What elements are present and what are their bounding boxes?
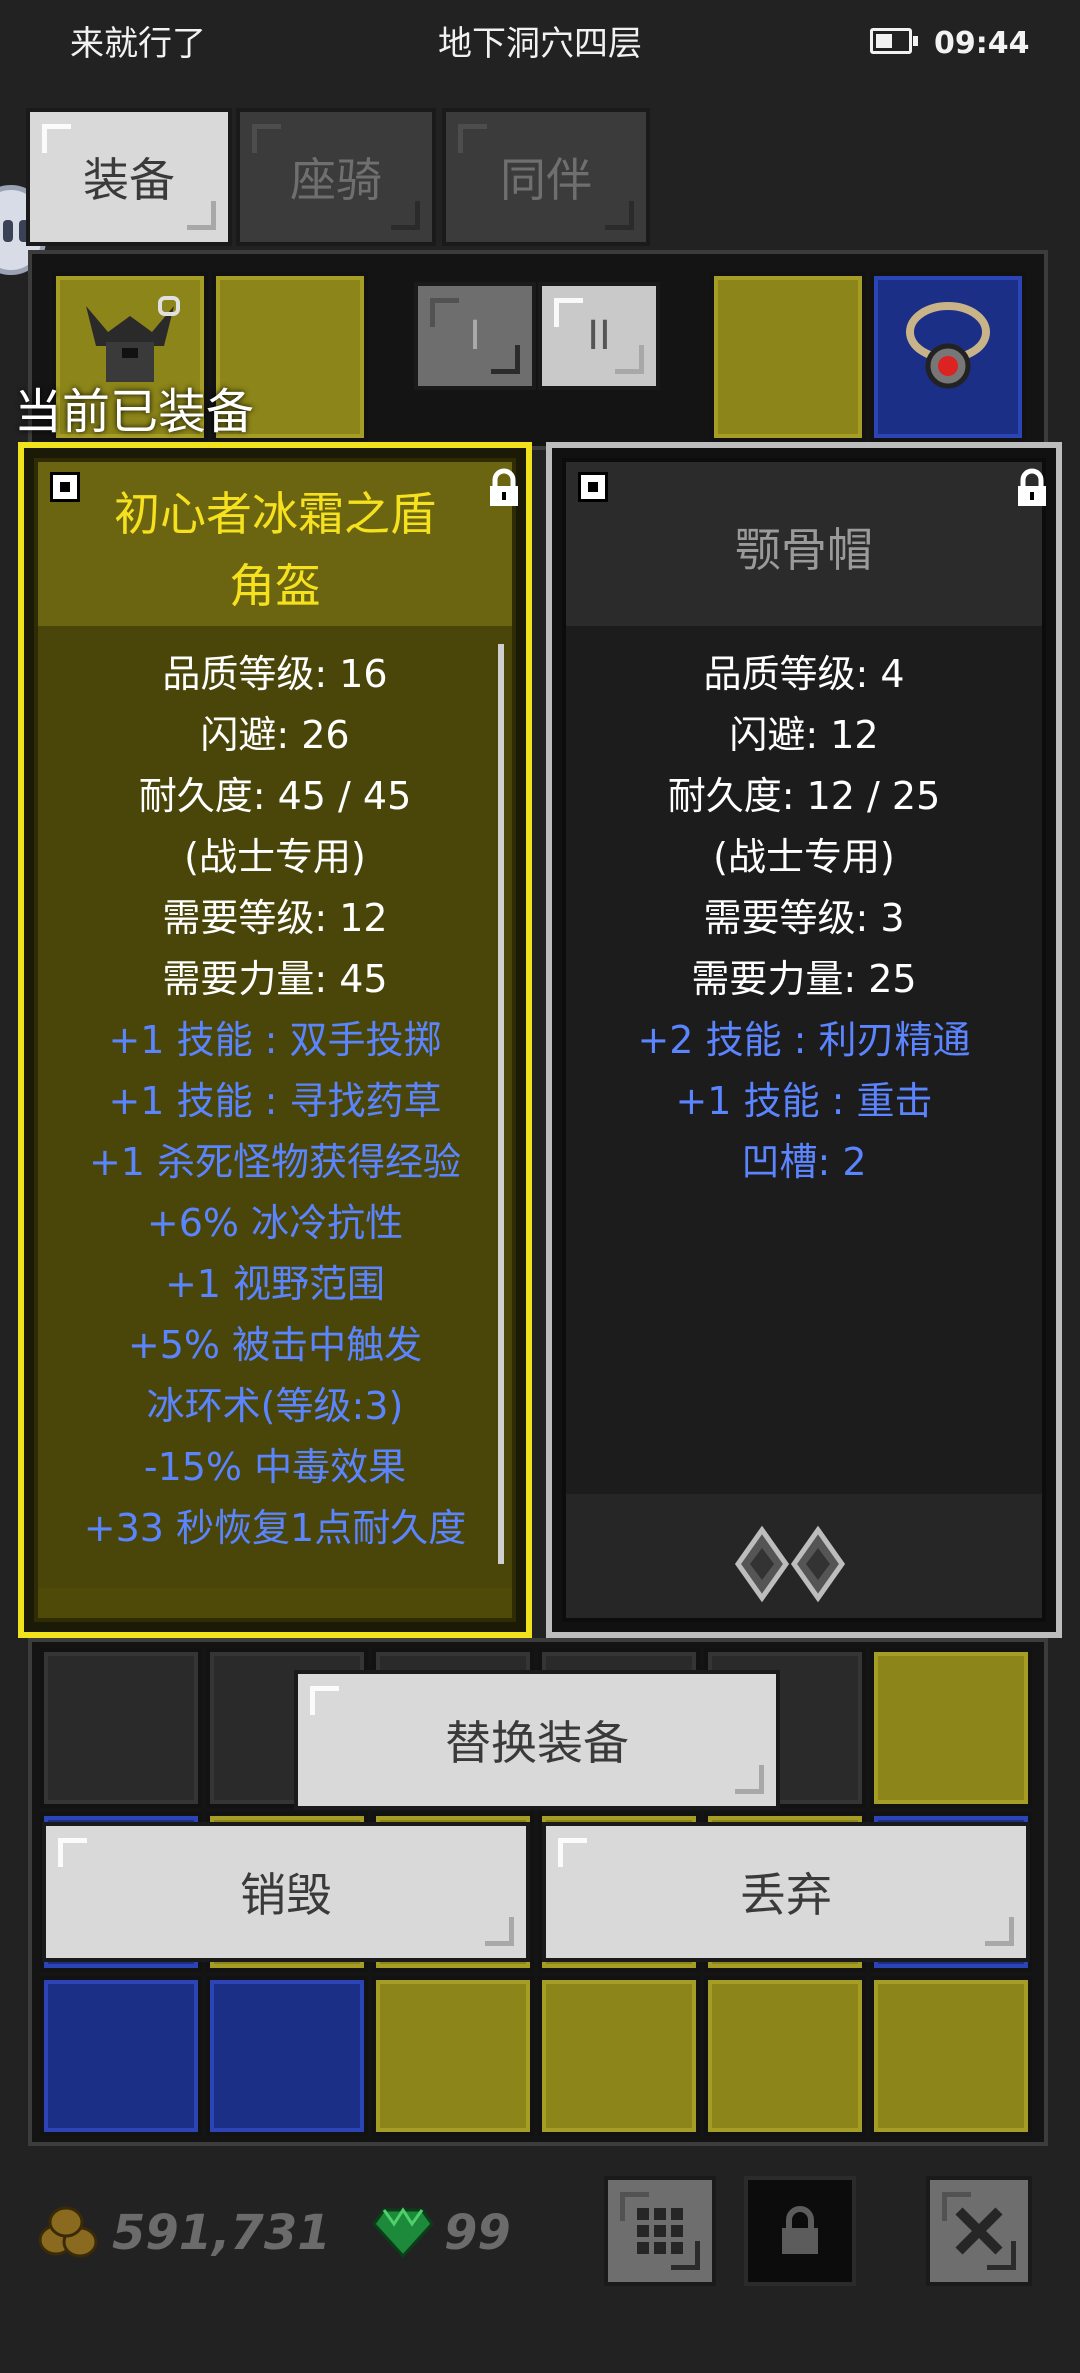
- gem-amount: 99: [444, 2205, 511, 2261]
- new-item-card: 初心者冰霜之盾 角盔 品质等级: 16 闪避: 26 耐久度: 45 / 45 (战士…: [18, 442, 532, 1638]
- stat-line: +2 技能 : 利刃精通: [637, 1018, 971, 1062]
- item-title-line-1: 初心者冰霜之盾: [114, 487, 436, 541]
- stat-line: 需要等级: 12: [162, 896, 388, 940]
- destroy-button[interactable]: 销毁: [42, 1822, 530, 1962]
- stat-line: 闪避: 26: [200, 713, 350, 757]
- inventory-slot[interactable]: [704, 1976, 866, 2136]
- stat-line: +6% 冰冷抗性: [146, 1201, 404, 1245]
- discard-button[interactable]: 丢弃: [542, 1822, 1030, 1962]
- stat-line: 品质等级: 16: [162, 652, 388, 696]
- stat-line: 耐久度: 12 / 25: [667, 774, 941, 818]
- currently-equipped-label: 当前已装备: [14, 384, 255, 440]
- stat-line: +1 技能 : 寻找药草: [108, 1079, 442, 1123]
- equip-slot-armor[interactable]: [710, 272, 866, 442]
- sort-grid-button[interactable]: [604, 2176, 716, 2286]
- stat-line: +1 技能 : 重击: [675, 1079, 933, 1123]
- stat-line: (战士专用): [184, 835, 366, 879]
- stat-line: 凹槽: 2: [741, 1140, 867, 1184]
- status-left-text: 来就行了: [70, 24, 206, 64]
- inventory-slot[interactable]: [870, 1976, 1032, 2136]
- stat-line: (战士专用): [713, 835, 895, 879]
- tab-mount-label: 座骑: [290, 153, 382, 207]
- gem-icon: [372, 2207, 434, 2259]
- item-checkbox-icon[interactable]: [578, 472, 608, 502]
- stat-line: 品质等级: 4: [703, 652, 905, 696]
- stat-line: -15% 中毒效果: [143, 1445, 407, 1489]
- stat-scrollbar[interactable]: [498, 644, 504, 1564]
- stat-line: +1 技能 : 双手投掷: [108, 1018, 442, 1062]
- tab-equipment-label: 装备: [83, 153, 175, 207]
- grid-icon: [637, 2208, 683, 2254]
- tab-companion-label: 同伴: [500, 153, 592, 207]
- replace-equipment-label: 替换装备: [445, 1716, 629, 1770]
- inventory-slot[interactable]: [206, 1976, 368, 2136]
- stat-line: +1 视野范围: [164, 1262, 386, 1306]
- discard-label: 丢弃: [740, 1868, 832, 1922]
- inventory-slot[interactable]: [372, 1976, 534, 2136]
- stat-line: +33 秒恢复1点耐久度: [83, 1506, 467, 1550]
- stat-line: 耐久度: 45 / 45: [138, 774, 412, 818]
- stat-line: 闪避: 12: [729, 713, 879, 757]
- stat-line: 需要力量: 25: [691, 957, 917, 1001]
- loadout-1-button[interactable]: I: [414, 282, 536, 390]
- close-button[interactable]: [926, 2176, 1032, 2286]
- battery-icon: [870, 28, 918, 54]
- replace-equipment-button[interactable]: 替换装备: [294, 1670, 780, 1810]
- stat-line: +1 杀死怪物获得经验: [88, 1140, 462, 1184]
- tab-equipment[interactable]: 装备: [26, 108, 232, 246]
- inventory-slot[interactable]: [870, 1648, 1032, 1808]
- equip-slot-amulet[interactable]: [870, 272, 1026, 442]
- lock-filter-button[interactable]: [744, 2176, 856, 2286]
- clock: 09:44: [934, 26, 1030, 61]
- destroy-label: 销毁: [240, 1868, 332, 1922]
- stat-line: 需要等级: 3: [703, 896, 905, 940]
- tab-companion[interactable]: 同伴: [442, 108, 650, 246]
- inventory-slot[interactable]: [40, 1648, 202, 1808]
- location-title: 地下洞穴四层: [438, 24, 642, 64]
- equipped-item-title: 颚骨帽: [735, 523, 873, 577]
- tab-mount[interactable]: 座骑: [236, 108, 436, 246]
- item-title-line-2: 角盔: [229, 559, 321, 613]
- close-icon: [955, 2207, 1003, 2255]
- loadout-2-label: II: [587, 313, 611, 359]
- socket-icons: [734, 1526, 846, 1602]
- loadout-1-label: I: [469, 313, 481, 359]
- inventory-slot[interactable]: [40, 1976, 202, 2136]
- amulet-icon: [906, 302, 990, 389]
- stat-line: 需要力量: 45: [162, 957, 388, 1001]
- lock-icon: [782, 2206, 818, 2254]
- lock-icon[interactable]: [1014, 468, 1050, 508]
- loadout-2-button[interactable]: II: [538, 282, 660, 390]
- gold-coins-icon: [38, 2206, 98, 2258]
- stat-line: 冰环术(等级:3): [146, 1384, 404, 1428]
- gold-amount: 591,731: [112, 2205, 331, 2261]
- equipped-item-card: 颚骨帽 品质等级: 4 闪避: 12 耐久度: 12 / 25 (战士专用) 需要等级:…: [546, 442, 1062, 1638]
- stat-line: +5% 被击中触发: [127, 1323, 423, 1367]
- inventory-slot[interactable]: [538, 1976, 700, 2136]
